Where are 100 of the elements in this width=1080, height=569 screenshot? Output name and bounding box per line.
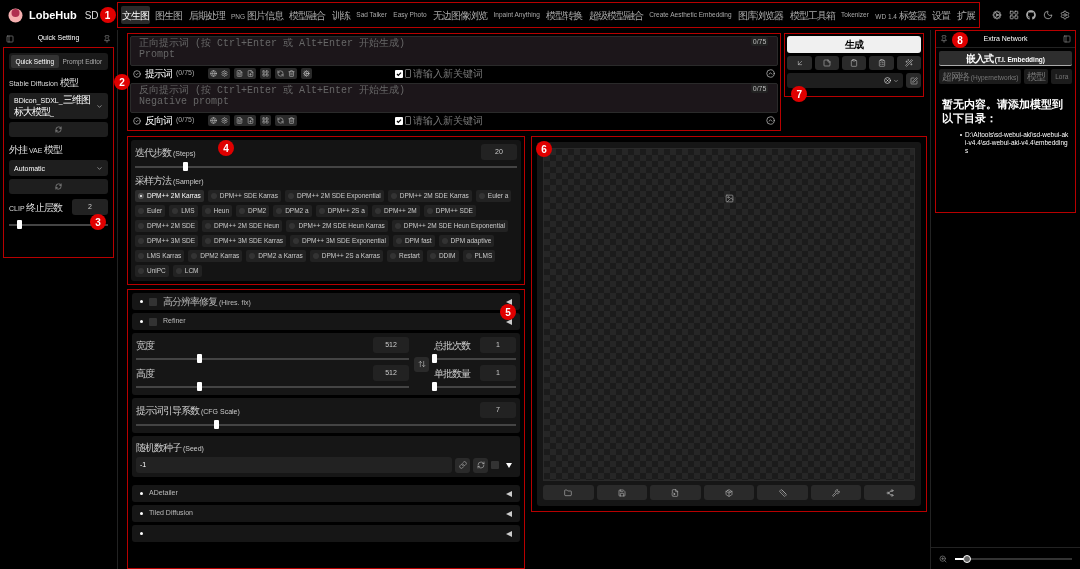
field-label: 高度 xyxy=(136,366,154,381)
edit-button[interactable] xyxy=(906,73,921,88)
nav-tab[interactable]: 模型融合 xyxy=(288,6,327,24)
cog-icon[interactable] xyxy=(992,10,1002,20)
dropdown-triangle-icon[interactable] xyxy=(506,462,512,468)
note-icon xyxy=(822,59,831,67)
save-button[interactable] xyxy=(596,485,648,500)
bullet-icon xyxy=(140,532,143,535)
collapse-icon[interactable] xyxy=(766,69,776,78)
network-tab[interactable]: 模型 xyxy=(1024,69,1049,84)
clipboard-list-icon xyxy=(877,59,886,67)
slider-thumb[interactable] xyxy=(196,382,202,391)
checkbox[interactable] xyxy=(149,317,157,326)
ruler-icon xyxy=(778,488,787,497)
clipboard-list-button[interactable] xyxy=(869,56,894,70)
caret-icon xyxy=(893,77,899,84)
checkbox[interactable] xyxy=(395,69,404,78)
toolbar-icon[interactable] xyxy=(288,117,295,124)
toolbar-icon[interactable] xyxy=(221,117,228,124)
toolbar-icon[interactable] xyxy=(247,70,254,77)
file-button[interactable] xyxy=(650,485,701,500)
nav-tab[interactable]: 扩展 xyxy=(955,6,976,24)
slider-thumb[interactable] xyxy=(213,420,219,429)
toolbar-icon[interactable] xyxy=(236,117,243,124)
zoom-thumb[interactable] xyxy=(962,554,971,563)
tools-button[interactable] xyxy=(810,485,862,500)
refresh-icon xyxy=(55,126,62,133)
link-icon xyxy=(458,461,467,469)
bullet-icon xyxy=(140,300,143,303)
app-label: SD xyxy=(84,8,99,23)
toolbar-icon[interactable] xyxy=(210,117,217,124)
edit-icon xyxy=(909,76,918,85)
callout-badge: 1 xyxy=(99,7,116,23)
nav-tab[interactable]: 无边图像浏览 xyxy=(432,6,489,24)
slider-thumb[interactable] xyxy=(432,354,437,363)
slider-thumb[interactable] xyxy=(196,354,202,363)
save-icon xyxy=(617,488,626,497)
note-button[interactable] xyxy=(814,56,839,70)
check-circle-icon[interactable] xyxy=(133,69,141,78)
tools-icon xyxy=(832,488,841,497)
caret-icon xyxy=(96,164,103,172)
logo-icon xyxy=(8,7,23,23)
callout-badge: 6 xyxy=(536,141,552,157)
arrow-button[interactable] xyxy=(787,56,812,70)
toolbar-icon[interactable] xyxy=(210,70,217,77)
caret-icon xyxy=(96,102,103,110)
toolbar-icon[interactable] xyxy=(236,70,243,77)
toolbar-icon[interactable] xyxy=(288,70,295,77)
wand-button[interactable] xyxy=(896,56,921,70)
clipboard-button[interactable] xyxy=(842,56,867,70)
nav-tab[interactable]: 超级模型融合 xyxy=(587,6,644,24)
nav-tab[interactable]: 训练 xyxy=(330,6,351,24)
nav-tab[interactable]: 图生图 xyxy=(154,6,184,24)
keyword-field[interactable]: 请输入新关键词 xyxy=(413,67,765,80)
generate-button[interactable]: 生成 xyxy=(787,36,921,53)
nav-tab[interactable]: 模型转换 xyxy=(545,6,584,24)
slider-thumb[interactable] xyxy=(432,382,437,391)
toolbar-icon[interactable] xyxy=(277,117,284,124)
callout-badge: 3 xyxy=(90,214,106,230)
keyword-field[interactable]: 请输入新关键词 xyxy=(413,114,765,127)
collapse-icon[interactable] xyxy=(766,116,776,125)
slider-thumb[interactable] xyxy=(182,162,188,171)
panel-icon[interactable] xyxy=(1063,35,1071,43)
grid-icon[interactable] xyxy=(1009,10,1019,20)
toolbar-icon[interactable] xyxy=(247,117,254,124)
refresh-icon xyxy=(55,183,62,190)
moon-icon[interactable] xyxy=(1043,10,1053,20)
folder-button[interactable] xyxy=(543,485,594,500)
toggle-icon[interactable] xyxy=(405,69,412,78)
reset-button[interactable] xyxy=(473,457,488,473)
bullet-icon xyxy=(140,512,143,515)
pin-icon[interactable] xyxy=(103,34,111,43)
clear-icon[interactable] xyxy=(884,77,891,84)
pin-icon[interactable] xyxy=(940,35,948,43)
slider-thumb[interactable] xyxy=(16,220,22,229)
reset-icon xyxy=(476,461,485,469)
nav-tab[interactable]: 文生图 xyxy=(120,6,150,24)
toggle-icon[interactable] xyxy=(405,116,412,125)
github-icon[interactable] xyxy=(1026,10,1036,20)
collapse-arrow-icon xyxy=(506,298,512,305)
swap-button[interactable] xyxy=(414,356,429,372)
toolbar-icon[interactable] xyxy=(277,70,284,77)
settings-icon[interactable] xyxy=(1060,10,1070,20)
nav-tab[interactable]: 后期处理 xyxy=(187,6,226,24)
link-button[interactable] xyxy=(455,457,470,473)
panel-icon[interactable] xyxy=(6,34,14,43)
check-circle-icon[interactable] xyxy=(133,116,141,125)
checkbox[interactable] xyxy=(491,461,499,469)
collapse-arrow-icon xyxy=(506,510,512,517)
nav-tab[interactable]: 图库浏览器 xyxy=(737,6,785,24)
checkbox[interactable] xyxy=(395,116,404,125)
collapse-arrow-icon xyxy=(506,490,512,497)
arrow-icon xyxy=(795,59,804,67)
nav-tab[interactable]: 模型工具箱 xyxy=(788,6,836,24)
toolbar-icon[interactable] xyxy=(221,70,228,77)
nav-tab[interactable]: 设置 xyxy=(931,6,952,24)
share-button[interactable] xyxy=(864,485,916,500)
bullet-icon xyxy=(140,492,143,495)
package-button[interactable] xyxy=(703,485,755,500)
checkbox[interactable] xyxy=(149,297,157,306)
